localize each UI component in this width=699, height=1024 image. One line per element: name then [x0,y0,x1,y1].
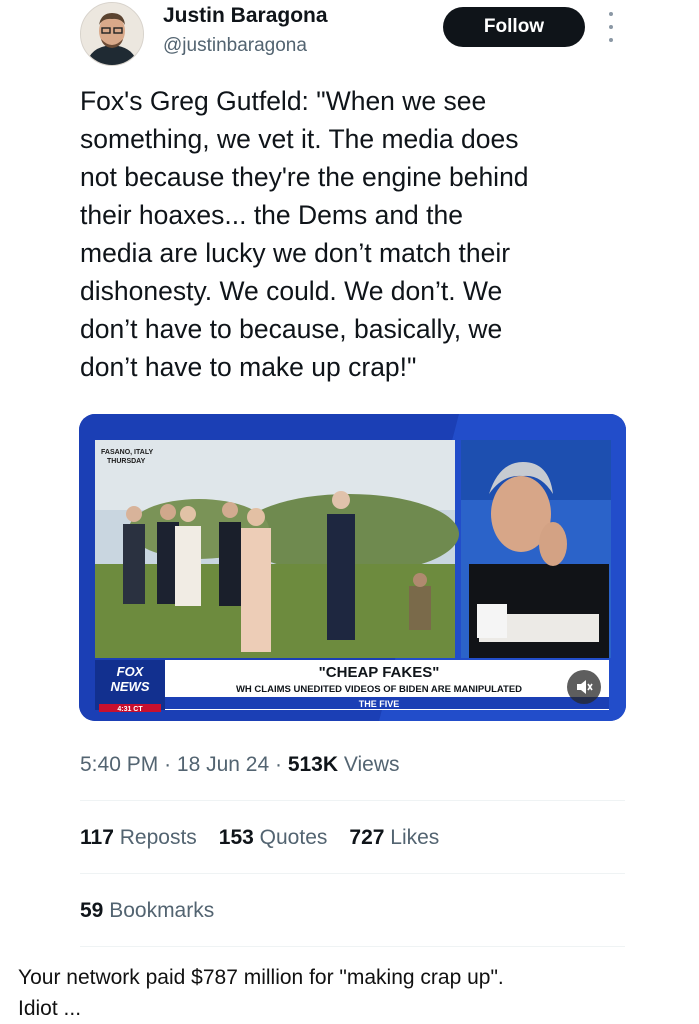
views-count: 513K [287,753,339,776]
divider [80,873,625,874]
avatar[interactable] [80,2,144,66]
reposts-stat[interactable]: 117 Reposts [80,826,197,850]
tweet-text: Fox's Greg Gutfeld: "When we see somethi… [80,86,529,382]
show-name: THE FIVE [359,699,400,709]
broadcast-time: 4:31 CT [117,706,143,713]
reply-text: Your network paid $787 million for "maki… [18,966,504,1020]
news-logo-text: NEWS [111,679,150,694]
bookmarks-stat[interactable]: 59 Bookmarks [80,899,214,923]
location-label: FASANO, ITALY [101,449,153,456]
tweet-meta: 5:40 PM · 18 Jun 24 · 513K Views [80,753,400,776]
author-handle[interactable]: @justinbaragona [163,35,307,57]
tweet-media-image[interactable]: FASANO, ITALY THURSDAY FOX NEWS 4:31 CT … [79,414,626,721]
quotes-stat[interactable]: 153 Quotes [219,826,328,850]
divider [80,800,625,801]
fox-logo-text: FOX [117,664,145,679]
more-options-icon[interactable] [603,12,619,42]
speaker-muted-icon[interactable] [567,670,601,704]
location-day: THURSDAY [107,458,146,465]
divider [80,946,625,947]
views-label: Views [343,753,400,776]
tweet-date[interactable]: 18 Jun 24 [177,753,269,776]
chyron-headline: "CHEAP FAKES" [319,664,440,681]
chyron-subline: WH CLAIMS UNEDITED VIDEOS OF BIDEN ARE M… [236,684,522,695]
follow-button[interactable]: Follow [443,7,585,47]
tweet-time[interactable]: 5:40 PM [80,753,158,776]
likes-stat[interactable]: 727 Likes [349,826,439,850]
author-name[interactable]: Justin Baragona [163,4,328,28]
engagement-stats: 117 Reposts 153 Quotes 727 Likes [80,826,439,850]
